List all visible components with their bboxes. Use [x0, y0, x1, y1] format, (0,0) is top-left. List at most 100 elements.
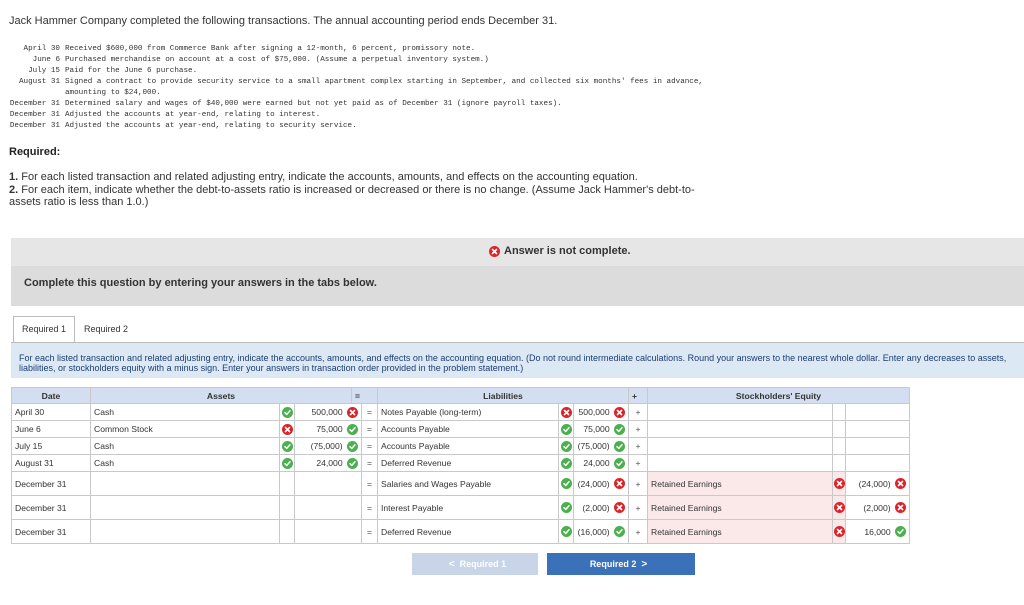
- equity-amount-input[interactable]: [845, 454, 910, 472]
- asset-amount-input[interactable]: [294, 471, 362, 496]
- asset-account-mark: [279, 519, 295, 544]
- equity-account-input[interactable]: Retained Earnings: [647, 519, 833, 544]
- date-cell: July 15: [11, 437, 91, 455]
- asset-amount-input[interactable]: 75,000: [294, 420, 362, 438]
- equity-amount-input[interactable]: [845, 403, 910, 421]
- check-icon: [560, 478, 572, 490]
- check-icon: [614, 423, 625, 435]
- header-stockholders-equity: Stockholders' Equity: [647, 387, 910, 404]
- check-icon: [560, 423, 572, 435]
- table-row: July 15 Cash (75,000) = Accounts Payable (75…: [11, 437, 910, 455]
- equity-amount-input[interactable]: (24,000): [845, 471, 910, 496]
- equity-account-mark: [832, 471, 846, 496]
- asset-amount-input[interactable]: 500,000: [294, 403, 362, 421]
- transaction-text: Received $600,000 from Commerce Bank aft…: [65, 45, 476, 53]
- liability-amount-input[interactable]: (24,000): [573, 471, 629, 496]
- check-icon: [281, 406, 293, 418]
- equity-amount-value: (2,000): [863, 502, 891, 513]
- equity-amount-input[interactable]: 16,000: [845, 519, 910, 544]
- asset-amount-input[interactable]: [294, 519, 362, 544]
- required-number: 1.: [9, 171, 19, 183]
- equity-account-input[interactable]: Retained Earnings: [647, 471, 833, 496]
- plus-sign: +: [628, 471, 648, 496]
- transaction-text: Paid for the June 6 purchase.: [65, 67, 198, 75]
- equity-account-input[interactable]: [647, 420, 833, 438]
- transaction-list: April 30 Received $600,000 from Commerce …: [9, 44, 705, 132]
- transaction-text: Adjusted the accounts at year-end, relat…: [65, 122, 357, 130]
- equity-account-input[interactable]: [647, 437, 833, 455]
- plus-sign: +: [628, 403, 648, 421]
- asset-account-input[interactable]: [90, 495, 280, 520]
- equity-account-input[interactable]: [647, 403, 833, 421]
- check-icon: [560, 457, 572, 469]
- liability-account-input[interactable]: Deferred Revenue: [377, 519, 559, 544]
- plus-sign: +: [628, 437, 648, 455]
- plus-sign: +: [628, 420, 648, 438]
- transaction-item: December 31 Determined salary and wages o…: [1, 99, 705, 110]
- asset-account-input[interactable]: Cash: [90, 437, 280, 455]
- required-text: For each listed transaction and related …: [21, 171, 638, 183]
- asset-amount-input[interactable]: (75,000): [294, 437, 362, 455]
- error-icon: [614, 502, 625, 514]
- date-cell: December 31: [11, 519, 91, 544]
- equity-amount-input[interactable]: (2,000): [845, 495, 910, 520]
- asset-account-mark: [279, 471, 295, 496]
- check-icon: [560, 502, 572, 514]
- liability-account-input[interactable]: Deferred Revenue: [377, 454, 559, 472]
- next-button[interactable]: Required 2 >: [547, 553, 695, 575]
- equity-account-input[interactable]: Retained Earnings: [647, 495, 833, 520]
- asset-account-input[interactable]: [90, 471, 280, 496]
- asset-amount-input[interactable]: 24,000: [294, 454, 362, 472]
- equals-sign: =: [361, 519, 378, 544]
- table-row: June 6 Common Stock 75,000 = Accounts Payab…: [11, 420, 910, 438]
- liability-account-input[interactable]: Notes Payable (long-term): [377, 403, 559, 421]
- error-icon: [614, 478, 625, 490]
- check-icon: [347, 457, 358, 469]
- liability-account-input[interactable]: Salaries and Wages Payable: [377, 471, 559, 496]
- instructions-panel: For each listed transaction and related …: [11, 343, 1024, 378]
- equity-amount-input[interactable]: [845, 420, 910, 438]
- asset-account-mark: [279, 437, 295, 455]
- liability-amount-value: (16,000): [577, 526, 610, 537]
- prev-button[interactable]: < Required 1: [412, 553, 538, 575]
- liability-account-input[interactable]: Accounts Payable: [377, 437, 559, 455]
- asset-account-input[interactable]: [90, 519, 280, 544]
- table-row: December 31 = Salaries and Wages Payable (2…: [11, 471, 910, 496]
- liability-account-input[interactable]: Interest Payable: [377, 495, 559, 520]
- equals-sign: =: [361, 437, 378, 455]
- liability-amount-input[interactable]: (16,000): [573, 519, 629, 544]
- liability-account-input[interactable]: Accounts Payable: [377, 420, 559, 438]
- liability-amount-input[interactable]: (75,000): [573, 437, 629, 455]
- transaction-item: June 6 Purchased merchandise on account a…: [9, 55, 705, 66]
- table-header-row: Date Assets = Liabilities + Stockholders…: [11, 387, 910, 404]
- equals-sign: =: [361, 471, 378, 496]
- liability-amount-input[interactable]: 75,000: [573, 420, 629, 438]
- equity-account-input[interactable]: [647, 454, 833, 472]
- error-icon: [489, 245, 500, 257]
- table-row: December 31 = Deferred Revenue (16,000) + Re…: [11, 519, 910, 544]
- liability-amount-input[interactable]: 24,000: [573, 454, 629, 472]
- asset-amount-input[interactable]: [294, 495, 362, 520]
- asset-account-input[interactable]: Cash: [90, 403, 280, 421]
- transaction-item: December 31 Adjusted the accounts at year…: [1, 121, 705, 132]
- plus-sign: +: [628, 454, 648, 472]
- asset-account-input[interactable]: Common Stock: [90, 420, 280, 438]
- equity-amount-input[interactable]: [845, 437, 910, 455]
- table-row: April 30 Cash 500,000 = Notes Payable (long…: [11, 403, 910, 421]
- tab-bar: Required 1 Required 2: [13, 316, 137, 343]
- asset-account-mark: [279, 454, 295, 472]
- liability-amount-value: 500,000: [578, 407, 610, 418]
- plus-sign: +: [628, 495, 648, 520]
- table-row: December 31 = Interest Payable (2,000) + Ret…: [11, 495, 910, 520]
- equals-sign: =: [361, 420, 378, 438]
- liability-amount-input[interactable]: 500,000: [573, 403, 629, 421]
- header-liabilities: Liabilities: [377, 387, 629, 404]
- asset-account-input[interactable]: Cash: [90, 454, 280, 472]
- liability-amount-value: 24,000: [583, 458, 610, 469]
- liability-amount-input[interactable]: (2,000): [573, 495, 629, 520]
- tab-required-2[interactable]: Required 2: [75, 316, 137, 343]
- accounting-equation-table: Date Assets = Liabilities + Stockholders…: [11, 387, 910, 544]
- tab-required-1[interactable]: Required 1: [13, 316, 76, 343]
- error-icon: [833, 526, 845, 538]
- transaction-date: June 6: [32, 56, 60, 64]
